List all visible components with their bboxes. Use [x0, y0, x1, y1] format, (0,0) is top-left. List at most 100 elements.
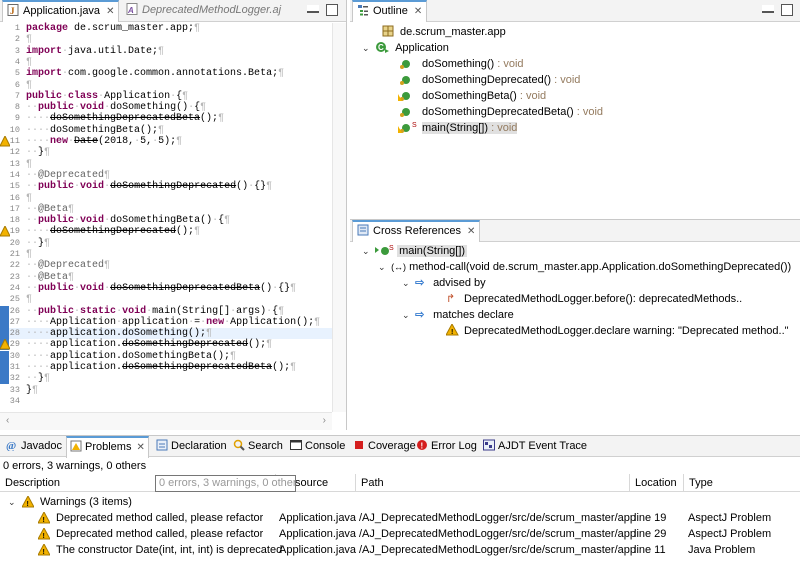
tab-search[interactable]: Search	[230, 436, 286, 458]
code-line[interactable]: 5 import·com.google.common.annotations.Be…	[0, 68, 332, 79]
code-line[interactable]: 18 ··public·void·doSomethingBeta()·{¶	[0, 215, 332, 226]
code-line[interactable]: 16 ¶	[0, 193, 332, 204]
declare-label: DeprecatedMethodLogger.declare warning: …	[464, 325, 789, 337]
code-line[interactable]: 14 ··@Deprecated¶	[0, 170, 332, 181]
code-line[interactable]: 12 ··}¶	[0, 147, 332, 158]
maximize-button[interactable]	[781, 4, 793, 16]
code-line[interactable]: 4 ¶	[0, 57, 332, 68]
outline-package[interactable]: de.scrum_master.app	[382, 24, 506, 40]
tab-label: AJDT Event Trace	[498, 440, 588, 452]
scroll-left-icon[interactable]: ‹	[6, 415, 9, 426]
tab-declaration[interactable]: Declaration	[153, 436, 230, 458]
outline-member[interactable]: Smain(String[]) : void	[394, 120, 518, 136]
code-line[interactable]: 26 ··public·static·void·main(String[]·arg…	[0, 305, 332, 317]
column-location[interactable]: Location	[630, 474, 684, 492]
line-number: 24	[9, 282, 20, 293]
tab-application-java[interactable]: J Application.java ✕	[2, 0, 120, 22]
code-line[interactable]: 7 public·class·Application·{¶	[0, 91, 332, 102]
chevron-down-icon[interactable]: ⌄	[362, 40, 372, 56]
code-line[interactable]: 17 ··@Beta¶	[0, 204, 332, 215]
scroll-right-icon[interactable]: ›	[323, 415, 326, 426]
tab-problems[interactable]: Problems ✕	[66, 436, 149, 458]
code-line[interactable]: 10 ····doSomethingBeta();¶	[0, 125, 332, 136]
code-text: ··@Beta¶	[26, 203, 75, 215]
outline-tabbar: Outline ✕	[350, 0, 800, 22]
console-icon	[290, 438, 302, 450]
vertical-scrollbar[interactable]	[332, 23, 346, 412]
tab-ajdt-event-trace[interactable]: AJDT Event Trace	[480, 436, 590, 458]
close-icon[interactable]: ✕	[467, 222, 475, 241]
horizontal-scrollbar[interactable]: ‹ ›	[0, 412, 332, 430]
code-line[interactable]: 27 ····Application·application·=·new·Appl…	[0, 316, 332, 328]
chevron-down-icon[interactable]: ⌄	[402, 275, 412, 291]
problems-group-warnings[interactable]: ⌄ ! Warnings (3 items)	[0, 494, 800, 510]
chevron-down-icon[interactable]: ⌄	[378, 259, 388, 275]
xref-advised-by[interactable]: ⌄ ⇨ advised by	[402, 275, 486, 291]
line-number: 34	[9, 395, 20, 406]
problem-row[interactable]: ! The constructor Date(int, int, int) is …	[0, 542, 800, 558]
problem-row[interactable]: ! Deprecated method called, please refact…	[0, 526, 800, 542]
tab-label: DeprecatedMethodLogger.aj	[142, 4, 282, 16]
code-line[interactable]: 33}¶	[0, 385, 332, 396]
xref-matches-declare[interactable]: ⌄ ⇨ matches declare	[402, 307, 514, 323]
code-text: ····Application·application·=·new·Applic…	[26, 316, 321, 328]
code-line[interactable]: 9 ····doSomethingDeprecatedBeta();¶	[0, 113, 332, 124]
close-icon[interactable]: ✕	[136, 442, 144, 453]
line-number: 13	[9, 158, 20, 169]
xref-declare[interactable]: ! DeprecatedMethodLogger.declare warning:…	[445, 322, 789, 339]
xref-root[interactable]: ⌄ Smain(String[])	[362, 243, 468, 259]
outline-member[interactable]: doSomething() : void	[398, 56, 524, 72]
code-line[interactable]: 21 ¶	[0, 249, 332, 260]
code-line[interactable]: 13 ¶	[0, 159, 332, 170]
chevron-down-icon[interactable]: ⌄	[402, 307, 412, 323]
code-line[interactable]: 19 ····doSomethingDeprecated();¶	[0, 225, 332, 237]
tab-console[interactable]: Console	[287, 436, 348, 458]
code-line[interactable]: 8 ··public·void·doSomething()·{¶	[0, 102, 332, 113]
column-path[interactable]: Path	[356, 474, 630, 492]
code-line[interactable]: 28 ····application.doSomething();¶	[0, 328, 332, 340]
tab-javadoc[interactable]: @ Javadoc	[3, 436, 65, 458]
code-line[interactable]: 23 ··@Beta¶	[0, 272, 332, 283]
code-line[interactable]: 30 ····application.doSomethingBeta();¶	[0, 350, 332, 362]
code-line[interactable]: 20 ··}¶	[0, 238, 332, 249]
tab-outline[interactable]: Outline ✕	[352, 0, 428, 22]
code-line[interactable]: 2 ¶	[0, 34, 332, 45]
tab-coverage[interactable]: Coverage	[350, 436, 419, 458]
code-line[interactable]: 25 ¶	[0, 294, 332, 305]
column-type[interactable]: Type	[684, 474, 800, 492]
outline-member[interactable]: doSomethingDeprecatedBeta() : void	[398, 104, 603, 120]
outline-member[interactable]: doSomethingBeta() : void	[394, 88, 546, 104]
code-area[interactable]: 1 package de.scrum_master.app;¶ 2 ¶ 3 import·…	[0, 23, 346, 412]
code-line[interactable]: 22 ··@Deprecated¶	[0, 260, 332, 271]
code-line[interactable]: 11 ····new·Date(2018,·5,·5);¶	[0, 134, 332, 147]
chevron-down-icon[interactable]: ⌄	[8, 494, 18, 510]
bottom-tabbar: @ Javadoc Problems ✕ Declaration Search Consol…	[0, 435, 800, 458]
code-line[interactable]: 3 import·java.util.Date;¶	[0, 46, 332, 57]
minimize-button[interactable]	[307, 5, 319, 13]
code-text: public·class·Application·{¶	[26, 90, 189, 102]
close-icon[interactable]: ✕	[106, 2, 114, 21]
xref-advice[interactable]: ↱ DeprecatedMethodLogger.before(): deprec…	[446, 291, 742, 307]
code-line[interactable]: 24 ··public·void·doSomethingDeprecatedBet…	[0, 283, 332, 294]
outline-member[interactable]: doSomethingDeprecated() : void	[398, 72, 580, 88]
code-line[interactable]: 15 ··public·void·doSomethingDeprecated()·…	[0, 181, 332, 192]
code-line[interactable]: 29 ····application.doSomethingDeprecated(…	[0, 338, 332, 351]
chevron-down-icon[interactable]: ⌄	[362, 243, 372, 259]
code-line[interactable]: 34	[0, 396, 332, 407]
problem-row[interactable]: ! Deprecated method called, please refact…	[0, 510, 800, 526]
code-text: import·java.util.Date;¶	[26, 45, 165, 57]
close-icon[interactable]: ✕	[414, 2, 422, 21]
maximize-button[interactable]	[326, 4, 338, 16]
minimize-button[interactable]	[762, 5, 774, 13]
tab-label: Javadoc	[21, 440, 62, 452]
tab-cross-references[interactable]: Cross References ✕	[352, 220, 481, 242]
tab-deprecated-method-logger[interactable]: A DeprecatedMethodLogger.aj	[122, 0, 285, 22]
xref-method-call[interactable]: ⌄ (↔) method-call(void de.scrum_master.ap…	[378, 259, 791, 275]
code-line[interactable]: 1 package de.scrum_master.app;¶	[0, 23, 332, 34]
code-line[interactable]: 6 ¶	[0, 80, 332, 91]
static-method-icon: S	[394, 121, 418, 133]
code-line[interactable]: 32 ··}¶	[0, 373, 332, 385]
code-line[interactable]: 31 ····application.doSomethingDeprecatedB…	[0, 362, 332, 373]
tab-error-log[interactable]: ! Error Log	[413, 436, 480, 458]
outline-class[interactable]: ⌄ C Application	[362, 40, 449, 56]
